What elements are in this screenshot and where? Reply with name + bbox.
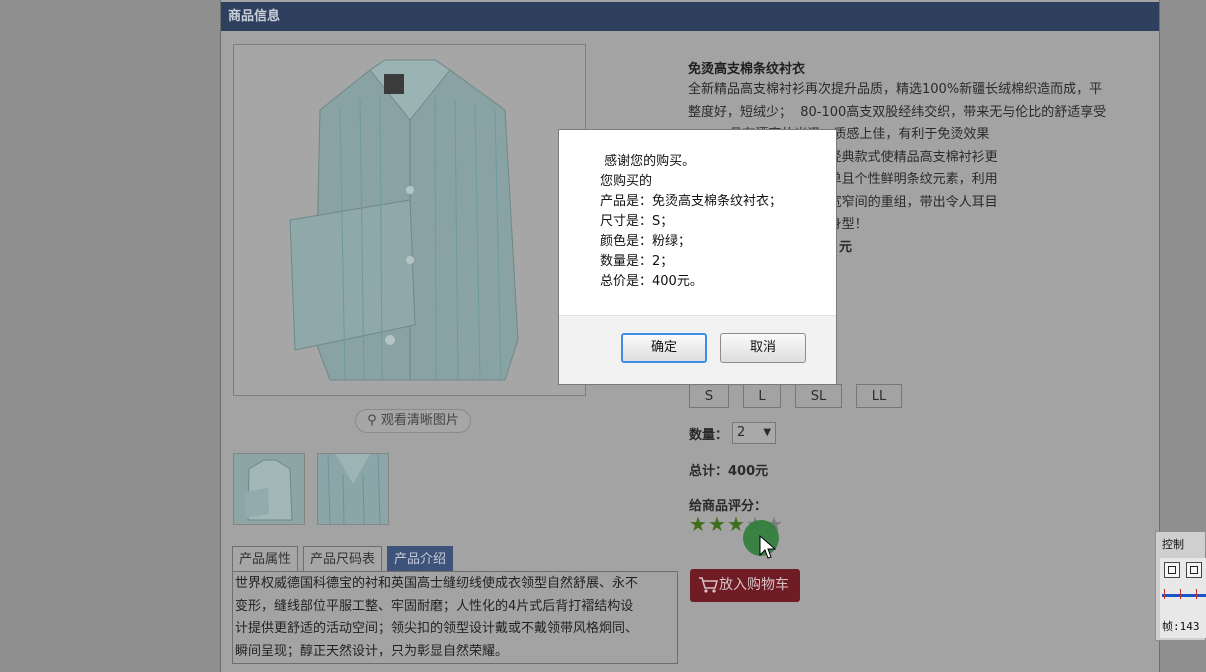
tab-content: 世界权威德国科德宝的衬和英国高士缝纫线使成衣领型自然舒展、永不 变形，缝线部位平… (232, 571, 678, 664)
description-line: 全新精品高支棉衬衫再次提升品质，精选100%新疆长绒棉织造而成，平 (688, 82, 1103, 97)
add-to-cart-label: 放入购物车 (719, 577, 789, 593)
dialog-line: 总价是：400元。 (600, 274, 703, 289)
main-product-image[interactable] (233, 44, 586, 396)
size-l-button[interactable]: L (743, 384, 781, 408)
control-window[interactable]: 控制 帧:143 (1155, 531, 1206, 641)
pause-button[interactable] (1164, 562, 1180, 578)
quantity-row: 数量： 2 ▼ (689, 422, 777, 444)
thumbnail-image-1 (244, 459, 293, 521)
star-filled-icon[interactable]: ★ (708, 514, 727, 534)
description-line: 整度好，短绒少； 80-100高支双股经纬交织，带来无与伦比的舒适享受 (688, 104, 1107, 120)
purchase-confirm-dialog: 感谢您的购买。 您购买的 产品是：免烫高支棉条纹衬衣； 尺寸是：S； 颜色是：粉… (558, 129, 837, 385)
timeline-marker (1196, 589, 1197, 599)
product-title: 免烫高支棉条纹衬衣 (688, 62, 806, 77)
control-window-body: 帧:143 (1160, 558, 1206, 638)
mouse-cursor-icon (759, 535, 777, 559)
size-options: S L SL LL (689, 384, 916, 408)
total-price: 总计：400元 (689, 464, 769, 479)
chevron-down-icon: ▼ (763, 427, 772, 438)
cart-icon (699, 577, 718, 593)
dialog-footer: 确定 取消 (559, 315, 836, 384)
size-ll-button[interactable]: LL (856, 384, 902, 408)
tab-attributes[interactable]: 产品属性 (232, 546, 299, 572)
intro-line: 变形，缝线部位平服工整、牢固耐磨；人性化的4片式后背打褶结构设 (235, 598, 634, 614)
ok-button[interactable]: 确定 (621, 333, 707, 363)
zoom-label: 观看清晰图片 (380, 413, 459, 428)
intro-line: 世界权威德国科德宝的衬和英国高士缝纫线使成衣领型自然舒展、永不 (235, 576, 639, 591)
stop-button[interactable] (1186, 562, 1202, 578)
thumbnail-1[interactable] (233, 453, 305, 525)
dialog-line: 尺寸是：S； (600, 214, 674, 229)
search-icon: ⚲ (367, 413, 377, 428)
tab-introduction[interactable]: 产品介绍 (387, 546, 454, 572)
intro-line: 计提供更舒适的活动空间；领尖扣的领型设计戴或不戴领带风格炯同、 (235, 621, 639, 636)
product-tabs: 产品属性 产品尺码表 产品介绍 (232, 546, 458, 572)
timeline-marker (1180, 589, 1181, 599)
size-sl-button[interactable]: SL (795, 384, 842, 408)
zoom-image-link[interactable]: ⚲ 观看清晰图片 (355, 409, 471, 433)
dialog-line: 颜色是：粉绿； (600, 234, 692, 249)
dialog-line: 感谢您的购买。 (600, 154, 696, 169)
dialog-message: 感谢您的购买。 您购买的 产品是：免烫高支棉条纹衬衣； 尺寸是：S； 颜色是：粉… (600, 152, 782, 292)
timeline-track[interactable] (1162, 594, 1206, 597)
quantity-value: 2 (737, 425, 746, 440)
panel-header: 商品信息 (221, 2, 1159, 31)
size-s-button[interactable]: S (689, 384, 729, 408)
price-fragment: 元 (839, 240, 853, 255)
timeline-marker (1164, 589, 1165, 599)
thumbnail-2[interactable] (317, 453, 389, 525)
shirt-image (288, 59, 519, 381)
tab-size-chart[interactable]: 产品尺码表 (303, 546, 383, 572)
star-filled-icon[interactable]: ★ (689, 514, 708, 534)
quantity-label: 数量： (689, 427, 729, 443)
dialog-line: 数量是：2； (600, 254, 674, 269)
dialog-line: 您购买的 (600, 174, 653, 189)
dialog-line: 产品是：免烫高支棉条纹衬衣； (600, 194, 783, 209)
quantity-select[interactable]: 2 ▼ (732, 422, 777, 444)
add-to-cart-button[interactable]: 放入购物车 (690, 569, 800, 602)
intro-line: 瞬间呈现；醇正天然设计，只为彰显自然荣耀。 (235, 643, 509, 659)
thumbnail-image-2 (318, 454, 388, 524)
cancel-button[interactable]: 取消 (720, 333, 806, 363)
frame-counter: 帧:143 (1162, 620, 1200, 633)
control-window-title: 控制 (1162, 538, 1184, 551)
